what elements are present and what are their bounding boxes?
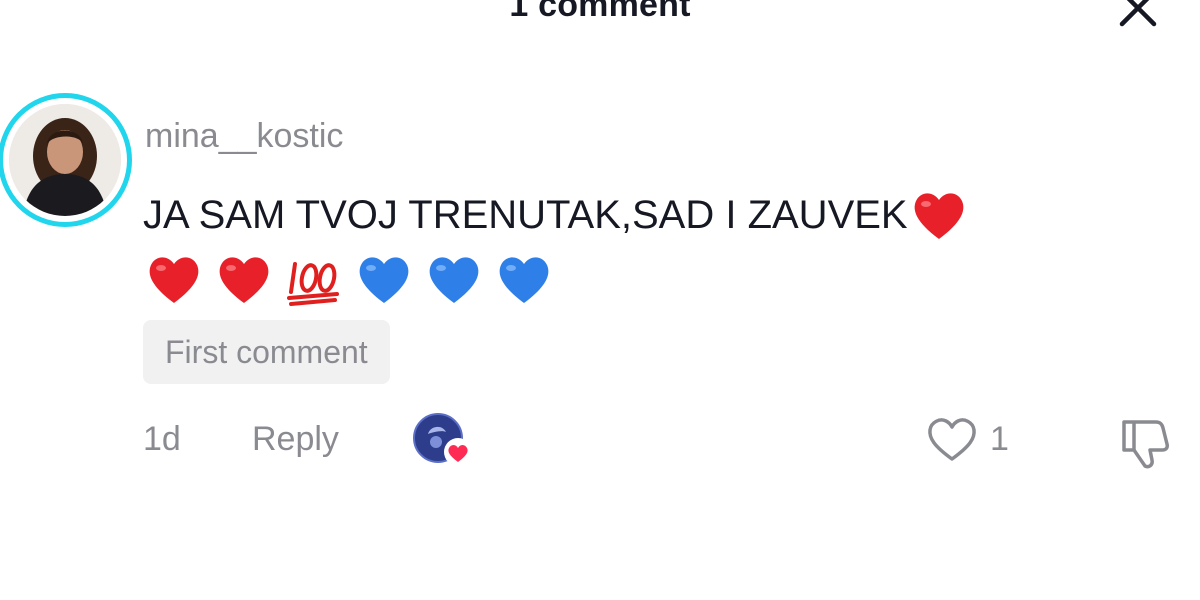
red-heart-emoji [908,184,970,246]
comment-text: JA SAM TVOJ TRENUTAK,SAD I ZAUVEK [143,180,1163,310]
comment-text-line: JA SAM TVOJ TRENUTAK,SAD I ZAUVEK [143,193,908,237]
blue-heart-emoji [423,248,485,310]
red-heart-emoji [213,248,275,310]
comment-username[interactable]: mina__kostic [145,117,343,156]
close-icon [1119,0,1157,27]
like-count: 1 [990,419,1009,458]
dislike-button[interactable] [1114,414,1176,470]
like-button[interactable]: 1 [924,414,1009,464]
blue-heart-emoji [493,248,555,310]
heart-outline-icon [928,418,976,461]
comments-header-title: 1 comment [509,0,691,24]
red-heart-emoji [143,248,205,310]
first-comment-badge: First comment [143,320,390,384]
close-button[interactable] [1112,0,1164,34]
thumbs-down-icon [1122,420,1169,469]
comment-timestamp: 1d [143,420,181,458]
hundred-points-emoji [283,248,345,310]
blue-heart-emoji [353,248,415,310]
reply-button[interactable]: Reply [252,420,339,459]
avatar-ring[interactable] [0,93,132,227]
liked-by-creator-avatar [412,412,474,468]
comment-actions-row: 1d Reply 1 [0,410,1200,470]
avatar [9,104,121,216]
